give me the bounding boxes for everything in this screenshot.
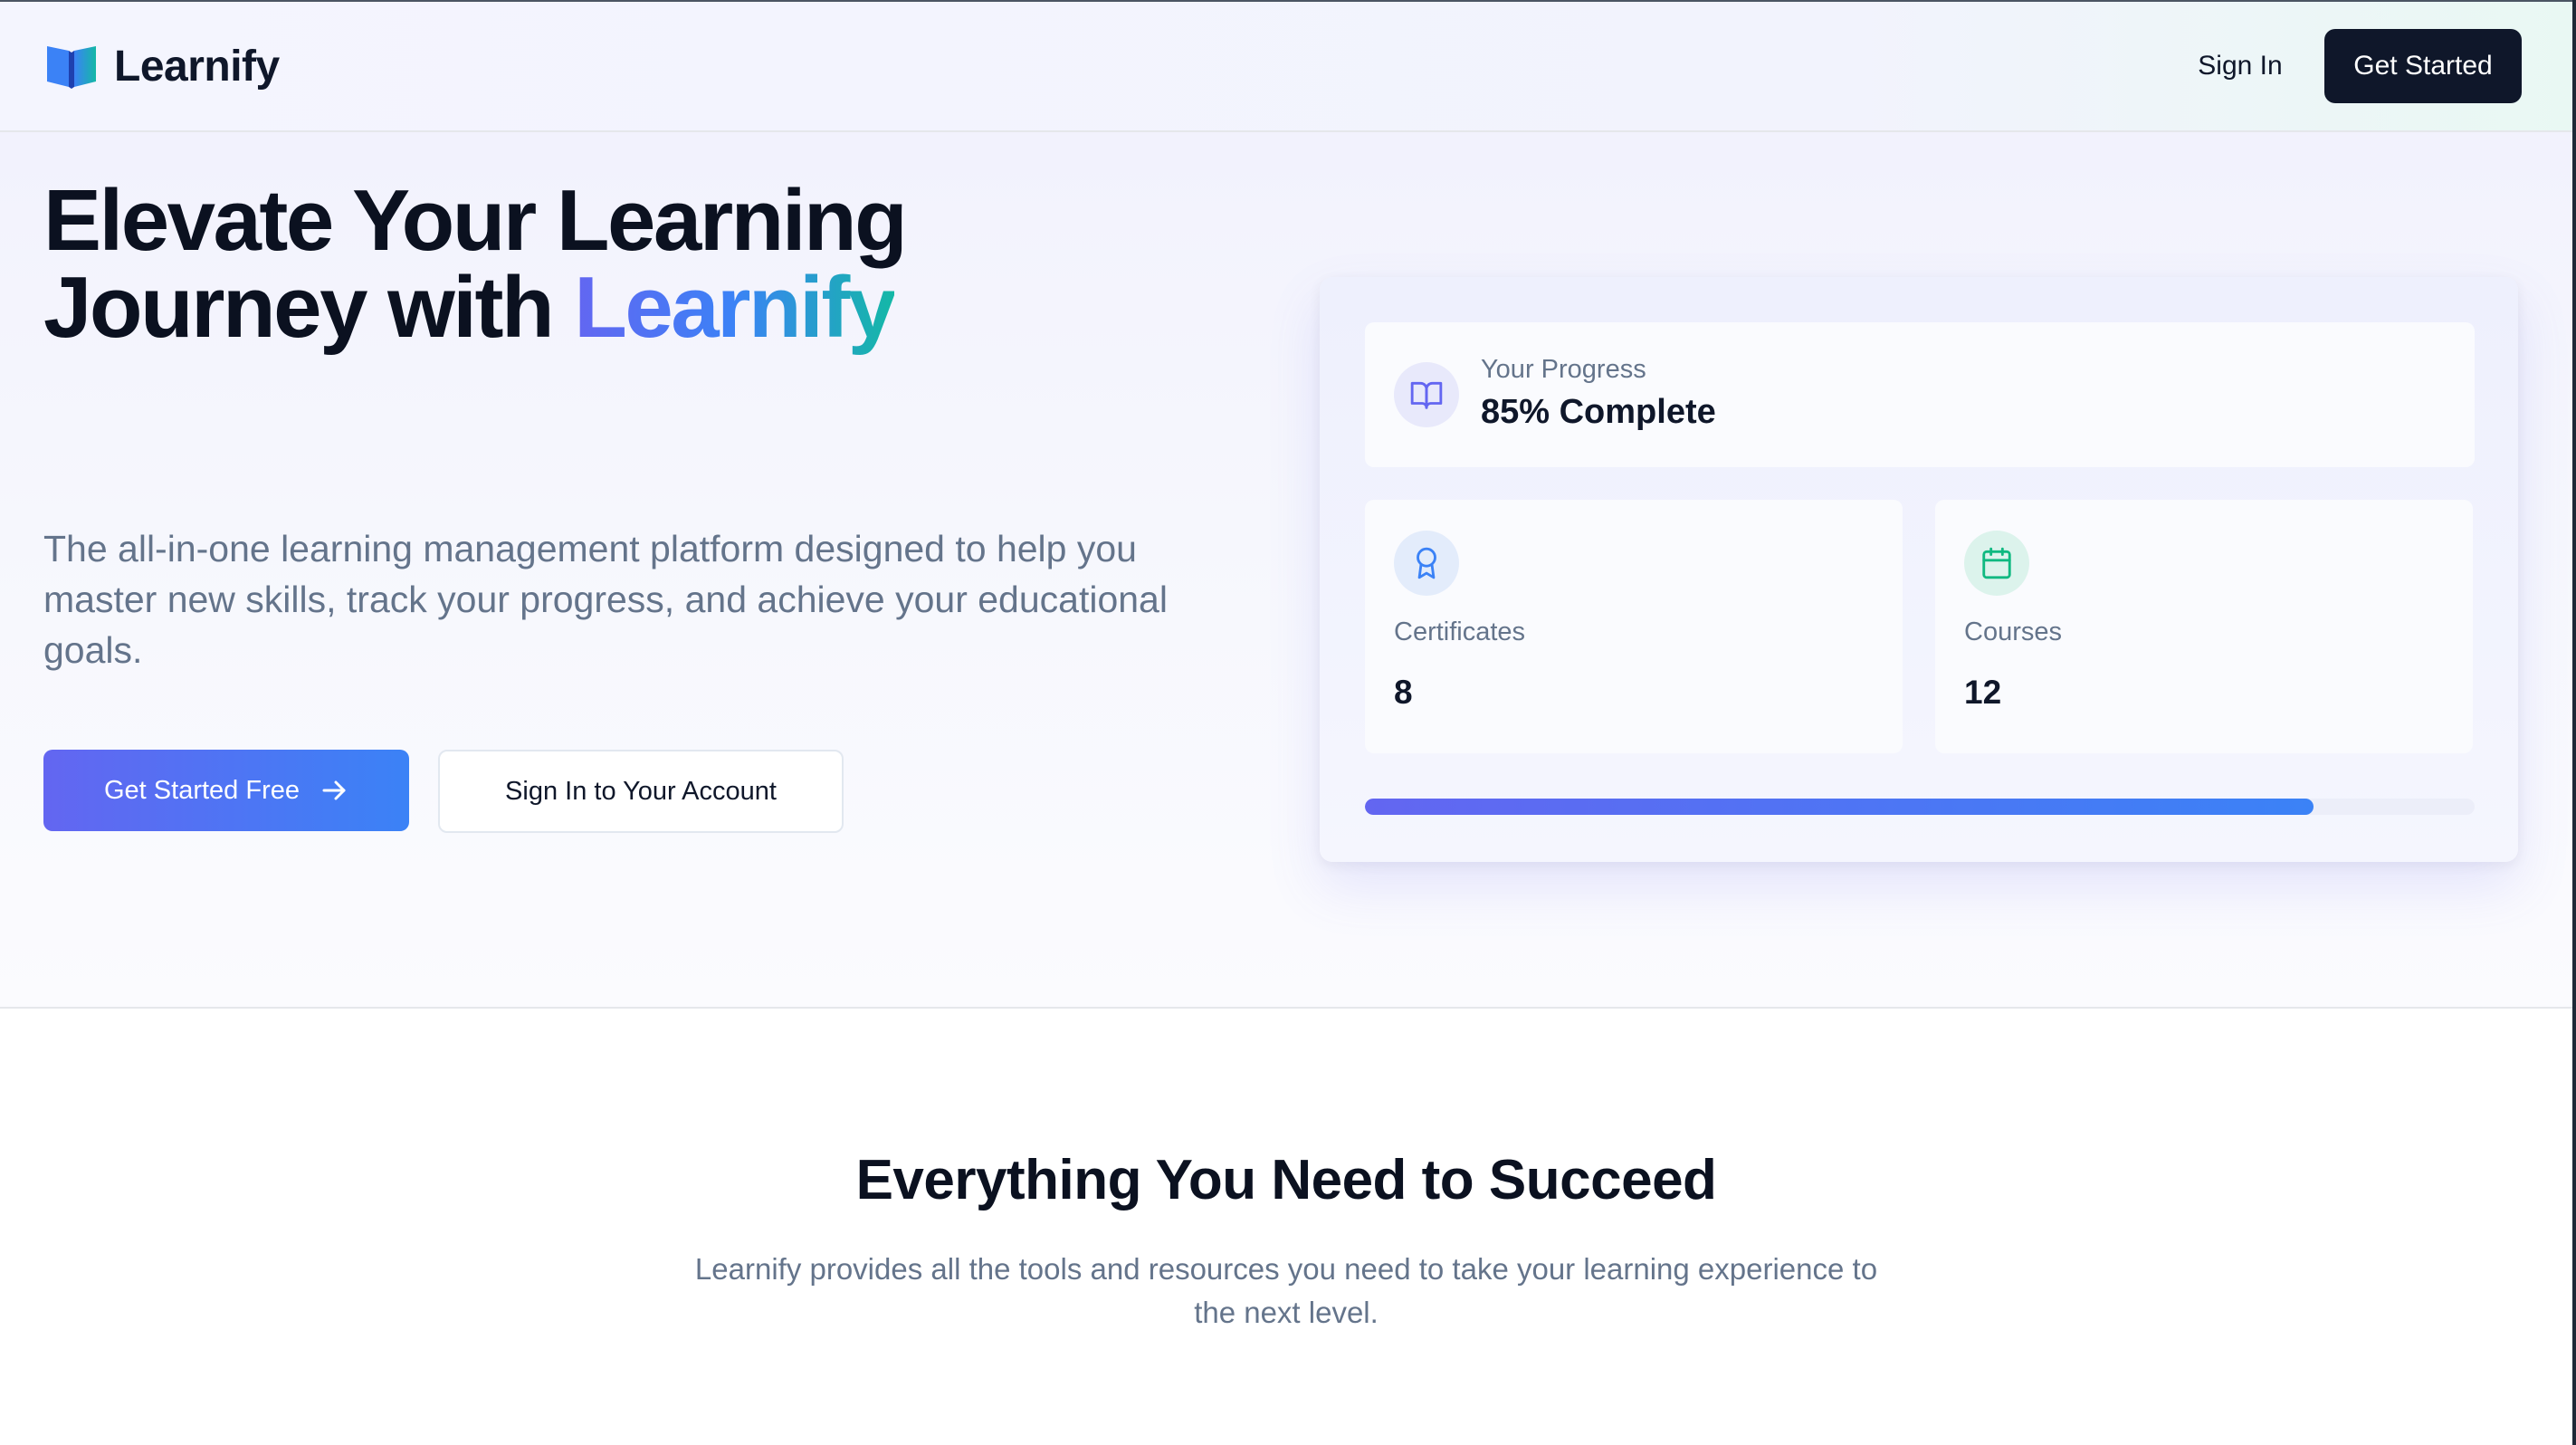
- open-book-icon: [47, 46, 96, 89]
- progress-icon-badge: [1394, 362, 1459, 427]
- top-navbar: Learnify Sign In Get Started: [0, 2, 2572, 132]
- arrow-right-icon: [322, 780, 346, 800]
- features-subtitle: Learnify provides all the tools and reso…: [694, 1252, 1878, 1329]
- certificates-label: Certificates: [1394, 617, 1526, 646]
- award-icon: [1417, 547, 1436, 579]
- hero-title: Elevate Your Learning Journey with Learn…: [43, 177, 1220, 351]
- progress-label: Your Progress: [1481, 355, 1646, 384]
- get-started-free-label: Get Started Free: [104, 775, 300, 805]
- courses-value: 12: [1964, 674, 2002, 711]
- progress-panel: Your Progress 85% Complete: [1365, 322, 2475, 467]
- hero-title-brand: Learnify: [574, 259, 896, 356]
- hero-title-line-1: Elevate Your Learning: [43, 172, 908, 269]
- courses-icon-badge: [1964, 531, 2029, 596]
- hero-subtitle: The all-in-one learning management platf…: [43, 528, 1168, 671]
- certificates-icon-badge: [1394, 531, 1459, 596]
- get-started-free-button[interactable]: Get Started Free: [43, 750, 409, 831]
- nav-sign-in-link[interactable]: Sign In: [2171, 33, 2310, 100]
- courses-label: Courses: [1964, 617, 2062, 646]
- window-right-border: [2572, 0, 2576, 1445]
- brand-name: Learnify: [114, 42, 280, 91]
- calendar-icon: [1982, 547, 2011, 579]
- sign-in-account-button[interactable]: Sign In to Your Account: [438, 750, 844, 833]
- certificates-value: 8: [1394, 674, 1413, 711]
- progress-value: 85% Complete: [1481, 393, 1716, 431]
- brand-logo[interactable]: Learnify: [45, 33, 280, 100]
- features-heading: Everything You Need to Succeed: [855, 1149, 1717, 1211]
- hero-title-prefix: Journey with: [43, 259, 575, 356]
- section-divider: [0, 1007, 2572, 1009]
- courses-stat-card: Courses 12: [1935, 500, 2473, 753]
- hero-title-line-2: Journey with Learnify: [43, 264, 1220, 351]
- progress-bar-fill: [1365, 799, 2314, 815]
- nav-get-started-button[interactable]: Get Started: [2324, 29, 2522, 103]
- dashboard-preview-card: Your Progress 85% Complete Certificates …: [1320, 277, 2518, 862]
- progress-bar-track: [1365, 799, 2475, 815]
- certificates-stat-card: Certificates 8: [1365, 500, 1903, 753]
- book-open-icon: [1410, 381, 1443, 409]
